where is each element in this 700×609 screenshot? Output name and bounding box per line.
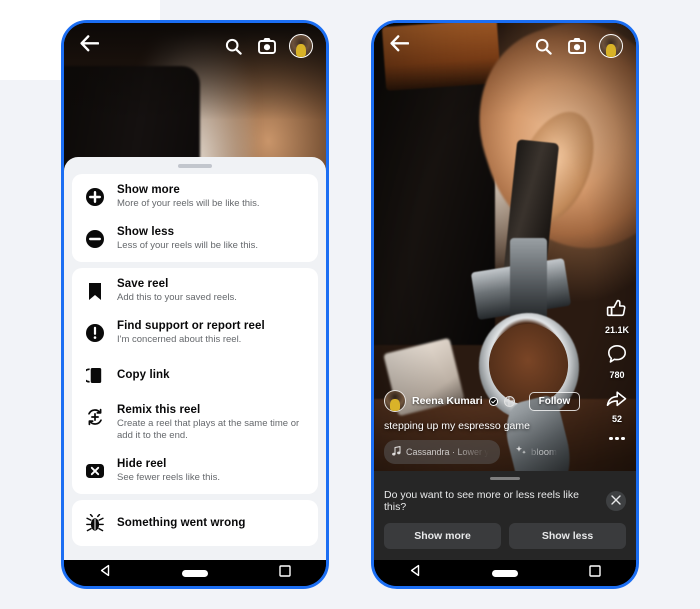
left-phone-screen: Show more More of your reels will be lik… xyxy=(64,23,326,560)
show-less-button[interactable]: Show less xyxy=(509,523,626,549)
menu-item-subtitle: See fewer reels like this. xyxy=(117,472,220,483)
nav-recents-square-icon[interactable] xyxy=(279,564,291,582)
menu-group-feedback: Show more More of your reels will be lik… xyxy=(72,174,318,262)
arrow-left-icon xyxy=(79,35,99,57)
menu-item-title: Save reel xyxy=(117,278,169,290)
menu-item-title: Hide reel xyxy=(117,458,167,470)
menu-group-actions: Save reel Add this to your saved reels. xyxy=(72,268,318,494)
verified-check-icon xyxy=(488,396,498,406)
avatar xyxy=(289,34,313,58)
hide-x-icon xyxy=(84,460,106,482)
menu-item-title: Show more xyxy=(117,184,180,196)
search-icon xyxy=(225,38,242,55)
ai-label-row[interactable]: bloom xyxy=(516,443,557,461)
reel-caption: stepping up my espresso game xyxy=(384,420,530,432)
menu-item-title: Remix this reel xyxy=(117,404,201,416)
search-button[interactable] xyxy=(220,33,246,59)
nav-home-pill-icon[interactable] xyxy=(492,569,519,577)
menu-group-report-problem: Something went wrong xyxy=(72,500,318,546)
camera-icon xyxy=(258,38,276,54)
prompt-drag-handle[interactable] xyxy=(490,476,520,480)
menu-item-subtitle: I'm concerned about this reel. xyxy=(117,334,242,345)
menu-item-copy-link[interactable]: Copy link xyxy=(72,354,318,396)
search-icon xyxy=(535,38,552,55)
menu-item-title: Something went wrong xyxy=(117,516,246,529)
ai-sparkle-icon xyxy=(516,443,527,461)
show-more-button[interactable]: Show more xyxy=(384,523,501,549)
bug-icon xyxy=(84,512,106,534)
nav-back-triangle-icon[interactable] xyxy=(99,564,112,582)
menu-item-subtitle: Create a reel that plays at the same tim… xyxy=(117,418,300,441)
camera-icon xyxy=(568,38,586,54)
follow-button[interactable]: Follow xyxy=(528,391,581,411)
minus-circle-icon xyxy=(84,228,106,250)
right-phone-screen: 21.1K 780 52 Reena Kumari Follow steppin… xyxy=(374,23,636,560)
music-note-icon xyxy=(392,443,401,461)
comment-icon xyxy=(607,344,627,369)
search-button[interactable] xyxy=(530,33,556,59)
copy-link-icon xyxy=(84,364,106,386)
menu-item-hide-reel[interactable]: Hide reel See fewer reels like this. xyxy=(72,450,318,492)
author-row: Reena Kumari Follow xyxy=(384,390,626,412)
exclamation-circle-icon xyxy=(84,322,106,344)
comment-count: 780 xyxy=(609,369,625,380)
music-row: Cassandra · Lower y bloom xyxy=(384,440,626,464)
author-name[interactable]: Reena Kumari xyxy=(412,395,483,407)
back-button[interactable] xyxy=(76,33,102,59)
menu-item-title: Show less xyxy=(117,226,175,238)
menu-item-title: Copy link xyxy=(117,368,170,381)
music-attribution-pill[interactable]: Cassandra · Lower y xyxy=(384,440,501,464)
plus-circle-icon xyxy=(84,186,106,208)
menu-item-subtitle: Add this to your saved reels. xyxy=(117,292,237,303)
like-count: 21.1K xyxy=(604,324,629,335)
menu-item-something-went-wrong[interactable]: Something went wrong xyxy=(72,502,318,544)
author-avatar[interactable] xyxy=(384,390,406,412)
globe-icon xyxy=(503,395,515,407)
menu-item-find-support-or-report[interactable]: Find support or report reel I'm concerne… xyxy=(72,312,318,354)
reel-meta: Reena Kumari Follow stepping up my espre… xyxy=(374,390,636,464)
avatar xyxy=(599,34,623,58)
menu-item-show-less[interactable]: Show less Less of your reels will be lik… xyxy=(72,218,318,260)
close-button[interactable] xyxy=(606,491,626,511)
thumbs-up-icon xyxy=(606,298,627,324)
right-top-bar xyxy=(374,23,636,69)
left-phone-frame: Show more More of your reels will be lik… xyxy=(61,20,329,589)
right-phone-frame: 21.1K 780 52 Reena Kumari Follow steppin… xyxy=(371,20,639,589)
menu-item-subtitle: Less of your reels will be like this. xyxy=(117,240,258,251)
phone-mockup-stage: Show more More of your reels will be lik… xyxy=(0,0,700,609)
profile-button[interactable] xyxy=(598,33,624,59)
menu-item-save-reel[interactable]: Save reel Add this to your saved reels. xyxy=(72,270,318,312)
like-action[interactable]: 21.1K xyxy=(605,298,629,335)
menu-item-title: Find support or report reel xyxy=(117,320,265,332)
nav-recents-square-icon[interactable] xyxy=(589,564,601,582)
close-icon xyxy=(611,492,621,510)
back-button[interactable] xyxy=(386,33,412,59)
nav-home-pill-icon[interactable] xyxy=(182,569,209,577)
left-top-bar xyxy=(64,23,326,69)
ai-label: bloom xyxy=(531,446,557,458)
menu-item-show-more[interactable]: Show more More of your reels will be lik… xyxy=(72,176,318,218)
reel-options-sheet: Show more More of your reels will be lik… xyxy=(64,157,326,560)
camera-button[interactable] xyxy=(254,33,280,59)
nav-back-triangle-icon[interactable] xyxy=(409,564,422,582)
profile-button[interactable] xyxy=(288,33,314,59)
menu-item-subtitle: More of your reels will be like this. xyxy=(117,198,260,209)
feedback-prompt-sheet: Do you want to see more or less reels li… xyxy=(374,470,636,560)
remix-icon xyxy=(84,406,106,428)
prompt-question: Do you want to see more or less reels li… xyxy=(384,489,579,513)
left-android-navbar xyxy=(64,560,326,586)
arrow-left-icon xyxy=(389,35,409,57)
bookmark-icon xyxy=(84,280,106,302)
comment-action[interactable]: 780 xyxy=(607,344,627,380)
menu-item-remix-this-reel[interactable]: Remix this reel Create a reel that plays… xyxy=(72,396,318,450)
sheet-drag-handle[interactable] xyxy=(178,164,212,168)
right-android-navbar xyxy=(374,560,636,586)
camera-button[interactable] xyxy=(564,33,590,59)
music-label: Cassandra · Lower y xyxy=(406,447,490,457)
